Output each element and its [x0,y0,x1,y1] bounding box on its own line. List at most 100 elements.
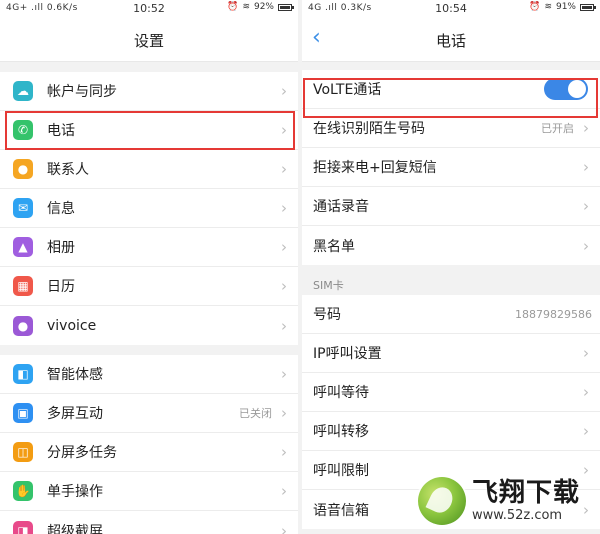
call-setting-row-label: 在线识别陌生号码 [313,121,425,137]
call-settings-group: VoLTE通话 在线识别陌生号码 已开启 › 拒接来电+回复短信 › 通话录音 › 黑名单 › [302,70,600,265]
status-bar: 4G .ıll 0.3K/s 10:54 ⏰ ≋ 91% [302,0,600,18]
chevron-right-icon: › [281,521,287,534]
volte-label: VoLTE通话 [313,82,382,98]
settings-item-label: 分屏多任务 [47,445,117,461]
message-icon: ✉ [13,198,33,218]
toggle-knob [568,80,586,98]
sim-setting-row-2[interactable]: 呼叫等待 › [302,373,600,412]
settings-item-features-1[interactable]: ▣ 多屏互动 已关闭 › [0,394,298,433]
watermark-url: www.52z.com [472,508,563,523]
call-setting-row-1[interactable]: 拒接来电+回复短信 › [302,148,600,187]
settings-item-apps-1[interactable]: ✆ 电话 › [0,111,298,150]
settings-item-apps-5[interactable]: ▦ 日历 › [0,267,298,306]
chevron-right-icon: › [281,443,287,461]
call-setting-row-label: 黑名单 [313,238,355,255]
settings-item-apps-6[interactable]: ● vivoice › [0,306,298,345]
settings-item-value: 已关闭 [239,407,272,420]
wifi-icon: ≋ [242,2,250,12]
page-title: 电话 [435,32,466,50]
sim-setting-row-label: 呼叫转移 [313,424,369,440]
calendar-icon: ▦ [13,276,33,296]
contacts-icon: ● [13,159,33,179]
chevron-right-icon: › [281,238,287,256]
call-setting-row-label: 通话录音 [313,199,369,215]
call-setting-row-0[interactable]: 在线识别陌生号码 已开启 › [302,109,600,148]
call-setting-row-3[interactable]: 黑名单 › [302,226,600,265]
battery-percent: 92% [253,2,274,12]
screenshot-icon: ◨ [13,520,33,534]
battery-icon [580,3,596,11]
chevron-right-icon: › [281,82,287,100]
onehand-icon: ✋ [13,481,33,501]
cloud-icon: ☁ [13,81,33,101]
settings-group-apps: ☁ 帐户与同步 › ✆ 电话 › ● 联系人 › ✉ 信息 › ▲ 相册 › ▦ 日历 › ● vivoice › [0,72,298,345]
chevron-right-icon: › [583,422,589,440]
nav-bar: ‹ 电话 [302,18,600,62]
call-setting-row-value: 已开启 [541,122,574,135]
chevron-right-icon: › [583,344,589,362]
settings-item-features-2[interactable]: ◫ 分屏多任务 › [0,433,298,472]
settings-item-apps-2[interactable]: ● 联系人 › [0,150,298,189]
settings-item-label: 帐户与同步 [47,84,117,100]
chevron-right-icon: › [281,160,287,178]
settings-item-features-4[interactable]: ◨ 超级截屏 › [0,511,298,534]
status-right-icons: ⏰ ≋ 92% [227,2,294,12]
settings-group-features: ◧ 智能体感 › ▣ 多屏互动 已关闭 › ◫ 分屏多任务 › ✋ 单手操作 › ◨ 超级截屏 › [0,355,298,534]
chevron-right-icon: › [583,119,589,137]
settings-item-label: 电话 [47,123,75,139]
status-bar: 4G+ .ıll 0.6K/s 10:52 ⏰ ≋ 92% [0,0,298,18]
volte-row[interactable]: VoLTE通话 [302,70,600,109]
settings-item-label: 超级截屏 [47,523,103,534]
splitscreen-icon: ◫ [13,442,33,462]
alarm-icon: ⏰ [227,2,239,12]
chevron-right-icon: › [281,482,287,500]
settings-item-features-0[interactable]: ◧ 智能体感 › [0,355,298,394]
album-icon: ▲ [13,237,33,257]
settings-item-label: 单手操作 [47,484,103,500]
settings-item-label: 智能体感 [47,367,103,383]
page-title: 设置 [133,32,164,50]
alarm-icon: ⏰ [529,2,541,12]
motion-icon: ◧ [13,364,33,384]
chevron-right-icon: › [281,365,287,383]
sim-setting-row-value: 18879829586 [515,307,592,321]
sim-section-header: SIM卡 [302,265,600,295]
chevron-right-icon: › [281,277,287,295]
settings-item-label: 日历 [47,279,75,295]
volte-toggle[interactable] [544,78,588,100]
watermark: 飞翔下载 www.52z.com [418,472,594,530]
settings-item-label: vivoice [47,317,97,334]
settings-item-apps-4[interactable]: ▲ 相册 › [0,228,298,267]
chevron-right-icon: › [281,199,287,217]
chevron-right-icon: › [583,236,589,255]
chevron-right-icon: › [583,158,589,176]
call-setting-row-2[interactable]: 通话录音 › [302,187,600,226]
chevron-right-icon: › [281,316,287,335]
chevron-right-icon: › [583,197,589,215]
chevron-right-icon: › [281,121,287,139]
battery-percent: 91% [555,2,576,12]
settings-screen: 4G+ .ıll 0.6K/s 10:52 ⏰ ≋ 92% 设置 ☁ 帐户与同步 ›… [0,0,298,534]
sim-setting-row-label: IP呼叫设置 [313,346,382,362]
chevron-right-icon: › [281,404,287,422]
watermark-logo [418,477,466,525]
watermark-title: 飞翔下载 [472,478,581,508]
nav-bar: 设置 [0,18,298,62]
sim-setting-row-1[interactable]: IP呼叫设置 › [302,334,600,373]
settings-item-apps-3[interactable]: ✉ 信息 › [0,189,298,228]
microphone-icon: ● [13,315,33,336]
phone-settings-screen: 4G .ıll 0.3K/s 10:54 ⏰ ≋ 91% ‹ 电话 VoLTE通… [302,0,600,534]
status-right-icons: ⏰ ≋ 91% [529,2,596,12]
call-setting-row-label: 拒接来电+回复短信 [313,160,437,176]
wifi-icon: ≋ [544,2,552,12]
settings-item-features-3[interactable]: ✋ 单手操作 › [0,472,298,511]
sim-setting-row-3[interactable]: 呼叫转移 › [302,412,600,451]
settings-item-label: 相册 [47,240,75,256]
sim-setting-row-0[interactable]: 号码 18879829586 [302,295,600,334]
settings-item-label: 联系人 [47,162,89,178]
sim-setting-row-label: 号码 [313,307,341,323]
chevron-right-icon: › [583,383,589,401]
settings-item-label: 信息 [47,201,75,217]
settings-item-apps-0[interactable]: ☁ 帐户与同步 › [0,72,298,111]
settings-item-label: 多屏互动 [47,406,103,422]
